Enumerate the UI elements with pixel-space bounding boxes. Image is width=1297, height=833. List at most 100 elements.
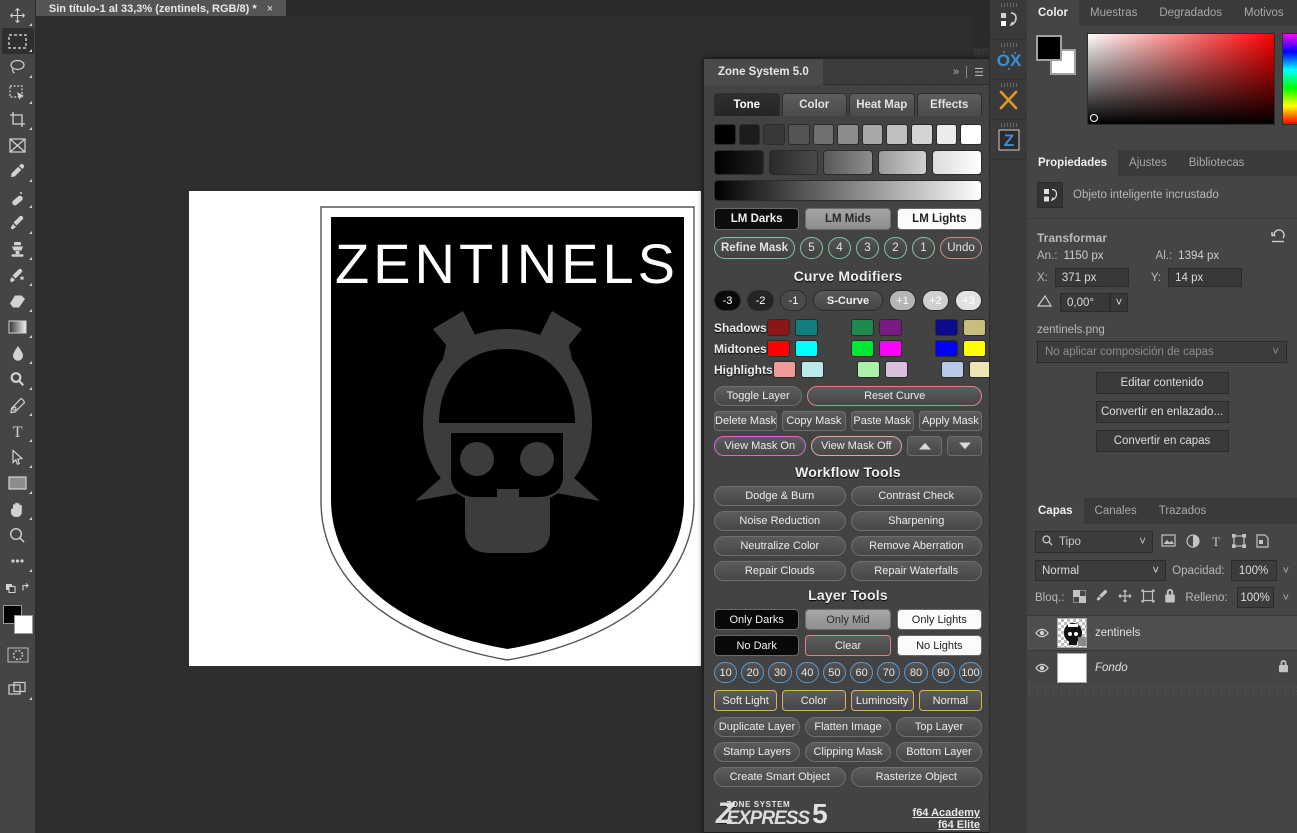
remove-aberration-button[interactable]: Remove Aberration (850, 536, 982, 556)
luminosity-button[interactable]: Luminosity (850, 690, 914, 711)
highlights-swatch-red[interactable] (772, 361, 796, 378)
curve-minus-2-button[interactable]: -2 (747, 290, 774, 311)
down-arrow-icon[interactable] (947, 436, 982, 456)
move-tool[interactable] (2, 2, 34, 28)
noise-reduction-button[interactable]: Noise Reduction (714, 511, 846, 531)
layer-thumbnail[interactable] (1057, 653, 1087, 683)
highlights-swatch-magenta[interactable] (884, 361, 908, 378)
zone-gradient[interactable] (877, 150, 928, 175)
layer-name[interactable]: Fondo (1095, 662, 1270, 674)
highlights-swatch-blue[interactable] (940, 361, 964, 378)
color-picker-handle[interactable] (1090, 114, 1098, 122)
s-curve-button[interactable]: S-Curve (813, 290, 883, 311)
layer-visibility-toggle[interactable] (1035, 628, 1049, 638)
tab-color[interactable]: Color (781, 93, 847, 116)
opacity-100-button[interactable]: 100 (958, 662, 983, 683)
type-tool[interactable]: T (2, 418, 34, 444)
tab-ajustes[interactable]: Ajustes (1118, 150, 1178, 176)
refine-mask-button[interactable]: Refine Mask (714, 237, 795, 259)
x-field[interactable]: 371 px (1054, 268, 1129, 287)
view-mask-on-button[interactable]: View Mask On (714, 436, 806, 456)
tab-canales[interactable]: Canales (1084, 498, 1148, 524)
rectangular-marquee-tool[interactable] (1, 28, 34, 54)
zone-swatch[interactable] (960, 124, 983, 145)
midtones-swatch-cyan[interactable] (794, 340, 818, 357)
midtones-swatch-blue[interactable] (934, 340, 958, 357)
frame-tool[interactable] (2, 132, 34, 158)
chevron-down-icon[interactable]: ˅ (1139, 536, 1146, 548)
shadows-swatch-green[interactable] (850, 319, 874, 336)
tab-motivos[interactable]: Motivos (1233, 0, 1295, 26)
highlights-swatch-cyan[interactable] (800, 361, 824, 378)
hue-strip[interactable] (1282, 33, 1297, 125)
shadows-swatch-blue[interactable] (934, 319, 958, 336)
up-arrow-icon[interactable] (907, 436, 942, 456)
close-icon[interactable]: × (267, 3, 273, 15)
crop-tool[interactable] (2, 106, 34, 132)
y-field[interactable]: 14 px (1168, 268, 1243, 287)
hand-tool[interactable] (2, 496, 34, 522)
color-field[interactable] (1087, 33, 1275, 125)
edit-content-button[interactable]: Editar contenido (1095, 372, 1229, 394)
menu-icon[interactable]: ☰ (974, 66, 984, 79)
zone-gradient[interactable] (768, 150, 819, 175)
f64-academy-link[interactable]: f64 Academy (913, 807, 980, 819)
drag-grip[interactable] (1000, 3, 1017, 7)
toggle-layer-button[interactable]: Toggle Layer (714, 386, 803, 406)
repair-clouds-button[interactable]: Repair Clouds (714, 561, 846, 581)
default-colors-swap[interactable] (2, 574, 34, 600)
lock-icon[interactable] (1278, 660, 1289, 676)
refine-level-2[interactable]: 2 (884, 237, 907, 259)
dodge-tool[interactable] (2, 366, 34, 392)
lasso-tool[interactable] (2, 54, 34, 80)
tab-muestras[interactable]: Muestras (1079, 0, 1148, 26)
refine-level-5[interactable]: 5 (800, 237, 823, 259)
chevron-down-icon[interactable]: ˅ (1283, 592, 1289, 604)
apply-mask-button[interactable]: Apply Mask (918, 411, 982, 431)
tools-extension-icon[interactable] (990, 80, 1027, 120)
history-brush-tool[interactable] (2, 262, 34, 288)
chevron-down-icon[interactable]: ˅ (1283, 565, 1289, 577)
f64-elite-link[interactable]: f64 Elite (913, 819, 980, 831)
opacity-40-button[interactable]: 40 (795, 662, 819, 683)
paste-mask-button[interactable]: Paste Mask (850, 411, 914, 431)
lock-all-icon[interactable] (1164, 589, 1176, 606)
brush-tool[interactable] (2, 210, 34, 236)
zone-full-gradient-bar[interactable] (714, 180, 982, 201)
lock-image-icon[interactable] (1095, 589, 1109, 606)
create-smart-object-button[interactable]: Create Smart Object (714, 767, 846, 787)
midtones-swatch-green[interactable] (850, 340, 874, 357)
zone-gradient[interactable] (932, 150, 982, 175)
duplicate-layer-button[interactable]: Duplicate Layer (714, 717, 800, 737)
opacity-50-button[interactable]: 50 (822, 662, 847, 683)
reset-curve-button[interactable]: Reset Curve (807, 386, 982, 406)
zone-swatch[interactable] (738, 124, 761, 145)
healing-brush-tool[interactable] (2, 184, 34, 210)
zone-system-title[interactable]: Zone System 5.0 (704, 59, 823, 85)
curve-plus-3-button[interactable]: +3 (955, 290, 982, 311)
zone-swatch[interactable] (837, 124, 859, 145)
neutralize-color-button[interactable]: Neutralize Color (714, 536, 846, 556)
tab-degradados[interactable]: Degradados (1148, 0, 1233, 26)
opacity-60-button[interactable]: 60 (850, 662, 874, 683)
drag-grip[interactable] (1000, 43, 1017, 47)
clear-button[interactable]: Clear (805, 635, 891, 656)
opacity-70-button[interactable]: 70 (877, 662, 901, 683)
highlights-swatch-green[interactable] (856, 361, 880, 378)
zone-swatch[interactable] (935, 124, 958, 145)
opacity-80-button[interactable]: 80 (904, 662, 928, 683)
opacity-10-button[interactable]: 10 (714, 662, 738, 683)
pen-tool[interactable] (2, 392, 34, 418)
delete-mask-button[interactable]: Delete Mask (714, 411, 778, 431)
midtones-swatch-yellow[interactable] (962, 340, 986, 357)
blend-mode-select[interactable]: Normal ˅ (1035, 560, 1167, 581)
eyedropper-tool[interactable] (2, 158, 34, 184)
zone-swatch[interactable] (861, 124, 884, 145)
contrast-check-button[interactable]: Contrast Check (850, 486, 982, 506)
chevron-down-icon[interactable]: ˅ (1272, 346, 1279, 358)
layer-name[interactable]: zentinels (1095, 627, 1289, 639)
midtones-swatch-magenta[interactable] (878, 340, 902, 357)
top-layer-button[interactable]: Top Layer (896, 717, 982, 737)
repair-waterfalls-button[interactable]: Repair Waterfalls (850, 561, 982, 581)
tab-heat-map[interactable]: Heat Map (849, 93, 915, 116)
